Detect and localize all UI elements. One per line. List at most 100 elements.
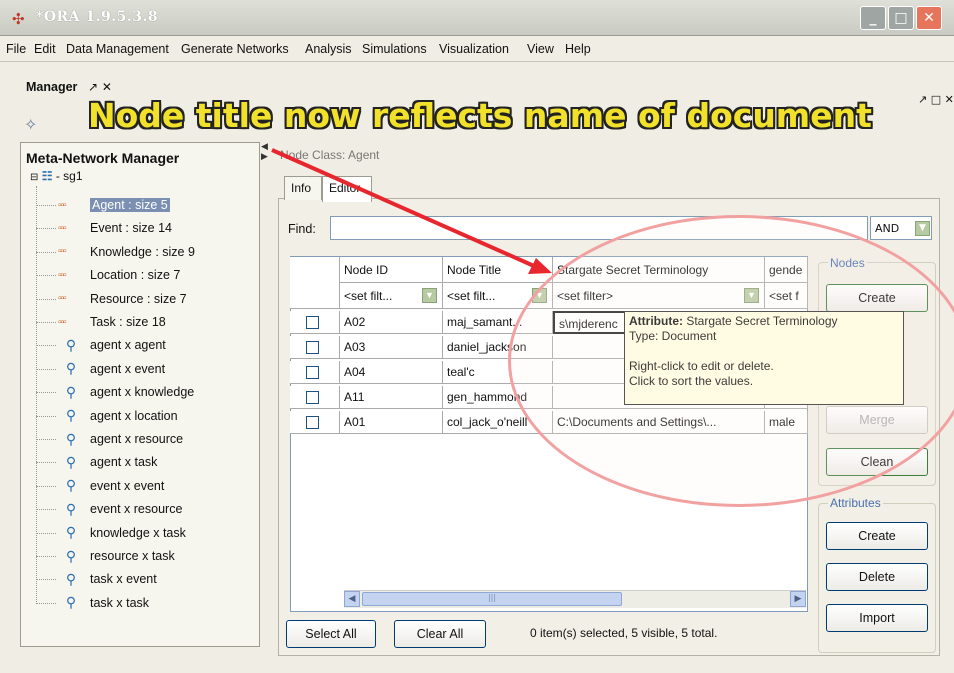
import-attribute-button[interactable]: Import bbox=[826, 604, 928, 632]
attributes-group-label: Attributes bbox=[828, 496, 883, 510]
row-checkbox[interactable] bbox=[306, 416, 319, 429]
table-cell-id[interactable]: A01 bbox=[340, 411, 443, 434]
tree-connector bbox=[36, 485, 56, 487]
network-icon: ⚲ bbox=[65, 383, 77, 400]
window-title: *ORA 1.9.5.3.8 bbox=[36, 9, 159, 25]
close-button[interactable]: ✕ bbox=[916, 6, 942, 30]
tree-item[interactable]: ⚲ agent x agent bbox=[36, 335, 166, 355]
network-icon: ⚲ bbox=[65, 407, 77, 424]
chevron-down-icon[interactable]: ▼ bbox=[422, 288, 437, 303]
row-checkbox[interactable] bbox=[306, 366, 319, 379]
tab-editor[interactable]: Editor bbox=[322, 176, 372, 202]
row-checkbox[interactable] bbox=[306, 341, 319, 354]
tree-connector bbox=[36, 298, 56, 300]
tree-connector bbox=[36, 368, 56, 370]
tree-item[interactable]: ⚲ task x event bbox=[36, 569, 157, 589]
close-tab-icon[interactable]: ✕ bbox=[102, 80, 112, 94]
tree-item[interactable]: ▫▫▫ Resource : size 7 bbox=[36, 289, 187, 309]
network-icon: ⚲ bbox=[65, 453, 77, 470]
menu-edit[interactable]: Edit bbox=[34, 42, 56, 56]
minimize-button[interactable]: _ bbox=[860, 6, 886, 30]
tree-connector bbox=[36, 322, 56, 323]
status-text: 0 item(s) selected, 5 visible, 5 total. bbox=[530, 626, 718, 640]
select-all-button[interactable]: Select All bbox=[286, 620, 376, 648]
node-class-label: Node Class: Agent bbox=[280, 148, 380, 162]
tree-item[interactable]: ▫▫▫ Event : size 14 bbox=[36, 218, 172, 238]
menu-visualization[interactable]: Visualization bbox=[439, 42, 509, 56]
network-icon: ⚲ bbox=[65, 430, 77, 447]
delete-attribute-button[interactable]: Delete bbox=[826, 563, 928, 591]
collapse-icon[interactable]: ⊟ bbox=[30, 172, 38, 183]
tree-item[interactable]: ⚲ agent x location bbox=[36, 406, 178, 426]
and-select-value: AND bbox=[875, 222, 900, 235]
header-node-id[interactable]: Node ID bbox=[340, 257, 443, 283]
header-node-title[interactable]: Node Title bbox=[443, 257, 553, 283]
network-icon: ⚲ bbox=[65, 570, 77, 587]
tree-item[interactable]: ▫▫▫ Task : size 18 bbox=[36, 312, 166, 332]
wand-icon[interactable]: ✧ bbox=[24, 115, 37, 134]
row-checkbox-cell[interactable] bbox=[290, 411, 340, 434]
panel-controls[interactable]: ↗ □ ✕ bbox=[918, 93, 954, 106]
menu-data-management[interactable]: Data Management bbox=[66, 42, 169, 56]
tree-item-label: event x event bbox=[90, 478, 165, 493]
menu-file[interactable]: File bbox=[6, 42, 26, 56]
tree-item[interactable]: ▫▫▫ Agent : size 5 bbox=[36, 195, 170, 215]
toolbar: ✧ bbox=[24, 115, 37, 134]
scroll-right-icon[interactable]: ▶ bbox=[790, 591, 806, 607]
tree-item[interactable]: ⚲ agent x knowledge bbox=[36, 382, 194, 402]
row-checkbox-cell[interactable] bbox=[290, 386, 340, 409]
tree-item-label: Location : size 7 bbox=[90, 268, 181, 283]
tree-item-label: agent x agent bbox=[90, 338, 166, 353]
tree-root[interactable]: ⊟ ☷ - sg1 bbox=[30, 169, 83, 183]
menu-analysis[interactable]: Analysis bbox=[305, 42, 352, 56]
row-checkbox-cell[interactable] bbox=[290, 311, 340, 334]
manager-tab-label[interactable]: Manager bbox=[26, 80, 77, 94]
tree-item[interactable]: ⚲ event x event bbox=[36, 476, 165, 496]
tree-item-label: agent x task bbox=[90, 455, 158, 470]
menu-simulations[interactable]: Simulations bbox=[362, 42, 427, 56]
menu-bar: File Edit Data Management Generate Netwo… bbox=[0, 38, 954, 60]
tree-item[interactable]: ⚲ event x resource bbox=[36, 499, 182, 519]
scroll-left-icon[interactable]: ◀ bbox=[344, 591, 360, 607]
menu-generate-networks[interactable]: Generate Networks bbox=[181, 42, 289, 56]
table-cell-id[interactable]: A04 bbox=[340, 361, 443, 384]
tree-item[interactable]: ⚲ task x task bbox=[36, 593, 149, 613]
tree-item[interactable]: ⚲ agent x event bbox=[36, 359, 166, 379]
tree-item[interactable]: ▫▫▫ Knowledge : size 9 bbox=[36, 242, 195, 262]
tree-connector bbox=[36, 275, 56, 277]
tree-item-label: agent x event bbox=[90, 361, 166, 376]
chevron-down-icon[interactable]: ▼ bbox=[915, 221, 930, 236]
scrollbar-thumb[interactable]: ||| bbox=[362, 592, 622, 606]
tree-connector bbox=[36, 462, 56, 464]
and-or-select[interactable]: AND ▼ bbox=[870, 216, 932, 240]
network-icon: ⚲ bbox=[65, 360, 77, 377]
tree-item[interactable]: ⚲ knowledge x task bbox=[36, 523, 186, 543]
row-checkbox[interactable] bbox=[306, 316, 319, 329]
tree-item[interactable]: ⚲ resource x task bbox=[36, 546, 175, 566]
tree-connector bbox=[36, 205, 56, 206]
table-cell-id[interactable]: A11 bbox=[340, 386, 443, 409]
row-checkbox[interactable] bbox=[306, 391, 319, 404]
clear-all-button[interactable]: Clear All bbox=[394, 620, 486, 648]
tab-info[interactable]: Info bbox=[284, 176, 322, 200]
create-attribute-button[interactable]: Create bbox=[826, 522, 928, 550]
row-checkbox-cell[interactable] bbox=[290, 336, 340, 359]
network-icon: ⚲ bbox=[65, 500, 77, 517]
table-cell-id[interactable]: A03 bbox=[340, 336, 443, 359]
menu-view[interactable]: View bbox=[527, 42, 554, 56]
maximize-button[interactable]: □ bbox=[888, 6, 914, 30]
metanetwork-icon: ☷ bbox=[41, 169, 53, 183]
tree-item[interactable]: ⚲ agent x resource bbox=[36, 429, 183, 449]
panel-splitter[interactable]: ◀ ▶ bbox=[261, 142, 269, 647]
tree-item[interactable]: ▫▫▫ Location : size 7 bbox=[36, 265, 181, 285]
tree-item-label: Task : size 18 bbox=[90, 315, 166, 329]
menu-help[interactable]: Help bbox=[565, 42, 591, 56]
nodeset-icon: ▫▫▫ bbox=[58, 246, 67, 258]
filter-node-id[interactable]: <set filt... ▼ bbox=[340, 283, 443, 309]
pin-icon[interactable]: ↗ bbox=[88, 80, 98, 94]
tree-item[interactable]: ⚲ agent x task bbox=[36, 452, 158, 472]
row-checkbox-cell[interactable] bbox=[290, 361, 340, 384]
tree-connector bbox=[36, 532, 56, 534]
table-cell-id[interactable]: A02 bbox=[340, 311, 443, 334]
network-icon: ⚲ bbox=[65, 524, 77, 541]
